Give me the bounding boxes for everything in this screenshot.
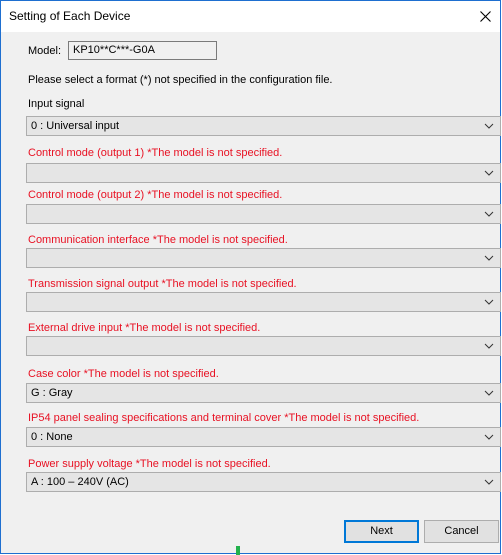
close-icon — [479, 11, 491, 22]
select-power-supply-voltage[interactable]: A : 100 – 240V (AC) — [26, 472, 501, 492]
chevron-down-icon — [484, 255, 494, 261]
field-label-control-mode-1: Control mode (output 1) *The model is no… — [28, 147, 283, 159]
select-input-signal[interactable]: 0 : Universal input — [26, 116, 501, 136]
select-value: A : 100 – 240V (AC) — [31, 476, 129, 488]
field-label-control-mode-2: Control mode (output 2) *The model is no… — [28, 189, 283, 201]
select-control-mode-2[interactable] — [26, 204, 501, 224]
field-label-transmission-signal-output: Transmission signal output *The model is… — [28, 278, 297, 290]
select-ip54-panel-sealing[interactable]: 0 : None — [26, 427, 501, 447]
field-label-power-supply-voltage: Power supply voltage *The model is not s… — [28, 458, 271, 470]
instruction-text: Please select a format (*) not specified… — [28, 74, 333, 86]
field-label-communication-interface: Communication interface *The model is no… — [28, 234, 288, 246]
chevron-down-icon — [484, 343, 494, 349]
field-label-external-drive-input: External drive input *The model is not s… — [28, 322, 261, 334]
dialog-window: Setting of Each Device Model: KP10**C***… — [0, 0, 501, 554]
title-bar: Setting of Each Device — [1, 1, 500, 32]
window-title: Setting of Each Device — [9, 9, 131, 23]
close-button[interactable] — [470, 1, 500, 32]
model-field: KP10**C***-G0A — [68, 41, 217, 60]
select-transmission-signal-output[interactable] — [26, 292, 501, 312]
field-label-ip54-panel-sealing: IP54 panel sealing specifications and te… — [28, 412, 420, 424]
select-control-mode-1[interactable] — [26, 163, 501, 183]
cancel-button[interactable]: Cancel — [424, 520, 499, 543]
select-external-drive-input[interactable] — [26, 336, 501, 356]
green-marker — [236, 546, 240, 555]
select-communication-interface[interactable] — [26, 248, 501, 268]
select-value: 0 : Universal input — [31, 120, 120, 132]
field-label-input-signal: Input signal — [28, 98, 85, 110]
model-label: Model: — [28, 45, 62, 57]
next-button[interactable]: Next — [344, 520, 419, 543]
select-case-color[interactable]: G : Gray — [26, 383, 501, 403]
chevron-down-icon — [484, 123, 494, 129]
chevron-down-icon — [484, 211, 494, 217]
chevron-down-icon — [484, 299, 494, 305]
chevron-down-icon — [484, 390, 494, 396]
select-value: G : Gray — [31, 387, 73, 399]
chevron-down-icon — [484, 170, 494, 176]
chevron-down-icon — [484, 434, 494, 440]
select-value: 0 : None — [31, 431, 73, 443]
field-label-case-color: Case color *The model is not specified. — [28, 368, 219, 380]
chevron-down-icon — [484, 479, 494, 485]
